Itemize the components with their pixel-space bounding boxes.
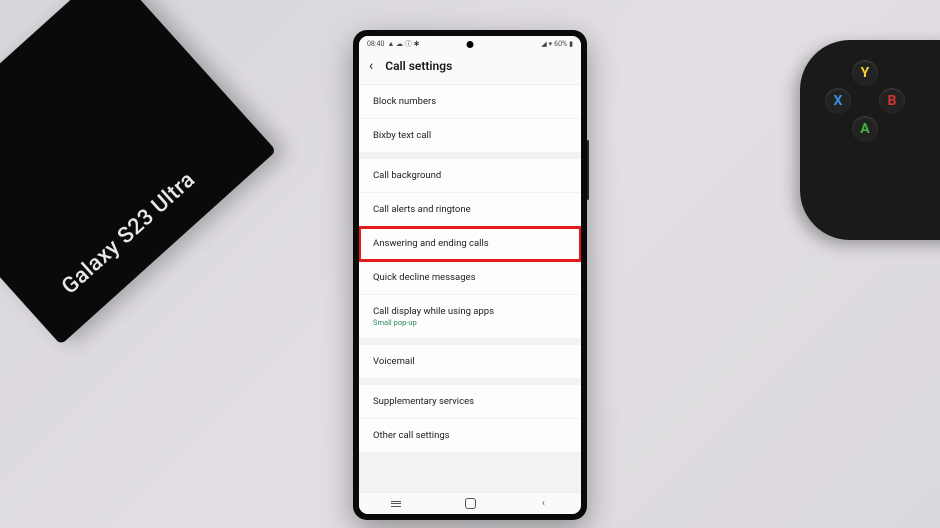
power-button: [587, 140, 589, 200]
item-label: Quick decline messages: [373, 272, 475, 283]
game-controller-prop: Y X B A: [800, 40, 940, 240]
settings-item-block-numbers[interactable]: Block numbers: [359, 85, 581, 119]
item-label: Call alerts and ringtone: [373, 204, 471, 215]
controller-a-button: A: [852, 116, 878, 142]
item-sublabel: Small pop-up: [373, 318, 567, 327]
settings-group: Block numbers Bixby text call: [359, 85, 581, 152]
settings-item-other-call-settings[interactable]: Other call settings: [359, 419, 581, 452]
settings-item-call-background[interactable]: Call background: [359, 159, 581, 193]
item-label: Answering and ending calls: [373, 238, 489, 249]
controller-x-button: X: [825, 88, 851, 114]
settings-item-call-alerts-and-ringtone[interactable]: Call alerts and ringtone: [359, 193, 581, 227]
product-box-prop: Galaxy S23 Ultra: [0, 0, 276, 345]
item-label: Supplementary services: [373, 396, 474, 407]
item-label: Call display while using apps: [373, 306, 494, 317]
nav-home-button[interactable]: [450, 498, 490, 509]
android-nav-bar: ›: [359, 492, 581, 514]
wifi-icon: ▾: [549, 40, 553, 48]
settings-list: Block numbers Bixby text call Call backgro…: [359, 85, 581, 492]
battery-pct: 60%: [554, 40, 567, 48]
phone-frame: 08:40 ▲ ☁ ⓘ ✱ ◢ ▾ 60% ▮ ‹ Call settings …: [353, 30, 587, 520]
signal-icon: ◢: [541, 40, 546, 48]
settings-item-bixby-text-call[interactable]: Bixby text call: [359, 119, 581, 152]
item-label: Call background: [373, 170, 441, 181]
phone-screen: 08:40 ▲ ☁ ⓘ ✱ ◢ ▾ 60% ▮ ‹ Call settings …: [359, 36, 581, 514]
nav-back-button[interactable]: ›: [524, 498, 564, 509]
status-time: 08:40: [367, 40, 384, 48]
settings-item-quick-decline-messages[interactable]: Quick decline messages: [359, 261, 581, 295]
controller-y-button: Y: [852, 60, 878, 86]
back-button[interactable]: ‹: [369, 58, 373, 74]
settings-item-answering-and-ending-calls[interactable]: Answering and ending calls: [359, 227, 581, 261]
settings-group: Supplementary services Other call setting…: [359, 385, 581, 452]
status-left-icons: ▲ ☁ ⓘ ✱: [387, 39, 419, 49]
nav-recents-button[interactable]: [376, 500, 416, 508]
item-label: Other call settings: [373, 430, 450, 441]
settings-item-supplementary-services[interactable]: Supplementary services: [359, 385, 581, 419]
settings-header: ‹ Call settings: [359, 52, 581, 85]
battery-icon: ▮: [569, 40, 573, 48]
item-label: Voicemail: [373, 356, 415, 367]
box-brand-text: Galaxy S23 Ultra: [57, 167, 200, 299]
settings-item-call-display-while-using-apps[interactable]: Call display while using appsSmall pop-u…: [359, 295, 581, 338]
front-camera: [467, 41, 474, 48]
settings-group: Voicemail: [359, 345, 581, 378]
controller-b-button: B: [879, 88, 905, 114]
item-label: Bixby text call: [373, 130, 431, 141]
settings-item-voicemail[interactable]: Voicemail: [359, 345, 581, 378]
item-label: Block numbers: [373, 96, 436, 107]
page-title: Call settings: [385, 59, 452, 73]
settings-group: Call background Call alerts and ringtone A…: [359, 159, 581, 338]
